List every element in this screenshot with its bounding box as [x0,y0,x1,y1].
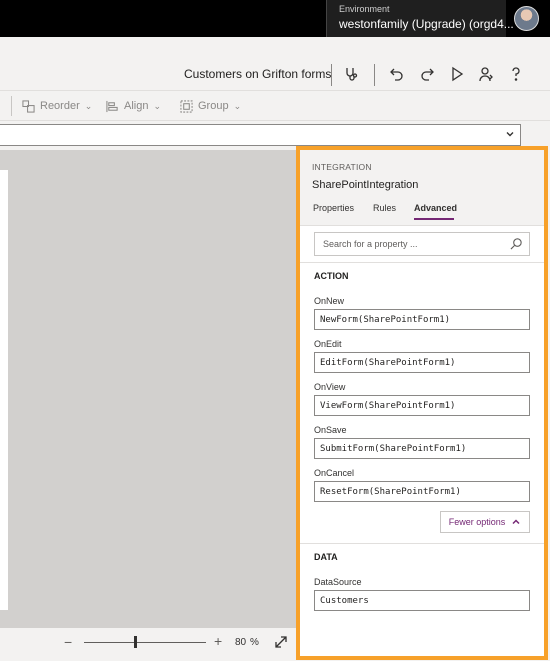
active-tab-indicator [414,218,454,220]
undo-icon[interactable] [387,64,407,84]
fewer-options-button[interactable]: Fewer options [440,511,530,533]
prop-label-datasource: DataSource [314,577,362,587]
fewer-options-label: Fewer options [448,517,506,527]
control-name[interactable]: SharePointIntegration [312,179,418,191]
formula-bar[interactable] [0,124,521,146]
environment-label: Environment [339,4,390,14]
chevron-down-icon[interactable] [504,128,516,140]
zoom-in-button[interactable]: + [214,633,222,649]
ribbon: Reorder ⌄ Align ⌄ Group ⌄ [0,91,550,121]
toolbar-divider [331,64,332,86]
group-button[interactable]: Group ⌄ [180,97,241,115]
app-title: Customers on Grifton forms [184,67,332,81]
chevron-down-icon: ⌄ [153,100,162,111]
prop-value-oncancel[interactable]: ResetForm(SharePointForm1) [314,481,530,502]
redo-icon[interactable] [417,64,437,84]
fit-to-window-icon[interactable] [274,635,288,649]
properties-panel: INTEGRATION SharePointIntegration Proper… [296,146,548,660]
prop-value-onview[interactable]: ViewForm(SharePointForm1) [314,395,530,416]
play-icon[interactable] [447,64,467,84]
zoom-value: 80 [235,637,247,648]
zoom-slider-track[interactable] [84,642,206,643]
toolbar-divider [374,64,375,86]
panel-header: INTEGRATION SharePointIntegration Proper… [300,150,544,226]
prop-label-onview: OnView [314,382,346,392]
zoom-out-button[interactable]: − [64,634,72,650]
align-icon [106,100,118,112]
reorder-button[interactable]: Reorder ⌄ [22,97,92,115]
help-icon[interactable] [506,64,526,84]
avatar[interactable] [514,6,539,31]
ribbon-divider [11,96,12,116]
divider [300,543,544,544]
search-placeholder: Search for a property ... [323,239,418,249]
group-icon [180,99,193,113]
chevron-up-icon [512,519,520,525]
group-label: Group [198,100,229,112]
environment-picker[interactable]: Environment westonfamily (Upgrade) (orgd… [326,0,514,37]
prop-value-datasource[interactable]: Customers [314,590,530,611]
prop-label-onsave: OnSave [314,425,347,435]
align-label: Align [124,100,149,112]
tab-advanced[interactable]: Advanced [414,203,457,213]
prop-label-onedit: OnEdit [314,339,342,349]
zoom-slider-thumb[interactable] [134,636,137,648]
reorder-label: Reorder [40,100,80,112]
prop-value-onnew[interactable]: NewForm(SharePointForm1) [314,309,530,330]
reorder-icon [22,99,35,113]
property-search-input[interactable]: Search for a property ... [314,232,530,256]
canvas-screen[interactable] [0,170,8,610]
canvas-area[interactable] [0,150,298,628]
prop-label-oncancel: OnCancel [314,468,355,478]
chevron-down-icon: ⌄ [233,100,242,111]
prop-value-onedit[interactable]: EditForm(SharePointForm1) [314,352,530,373]
align-button[interactable]: Align ⌄ [106,97,161,115]
chevron-down-icon: ⌄ [84,100,93,111]
top-bar: Environment westonfamily (Upgrade) (orgd… [0,0,550,37]
tab-rules[interactable]: Rules [373,203,396,213]
action-group-title: ACTION [314,271,349,281]
zoom-unit: % [250,637,259,648]
prop-label-onnew: OnNew [314,296,345,306]
prop-value-onsave[interactable]: SubmitForm(SharePointForm1) [314,438,530,459]
share-user-icon[interactable] [476,64,496,84]
zoom-bar: − + 80 % [0,628,298,661]
divider [300,262,544,263]
app-checker-icon[interactable] [341,64,361,84]
search-icon [510,238,522,250]
data-group-title: DATA [314,552,338,562]
environment-name: westonfamily (Upgrade) (orgd4... [339,17,514,31]
tab-properties[interactable]: Properties [313,203,354,213]
title-toolbar: Customers on Grifton forms [0,37,550,91]
control-type: INTEGRATION [312,162,372,172]
